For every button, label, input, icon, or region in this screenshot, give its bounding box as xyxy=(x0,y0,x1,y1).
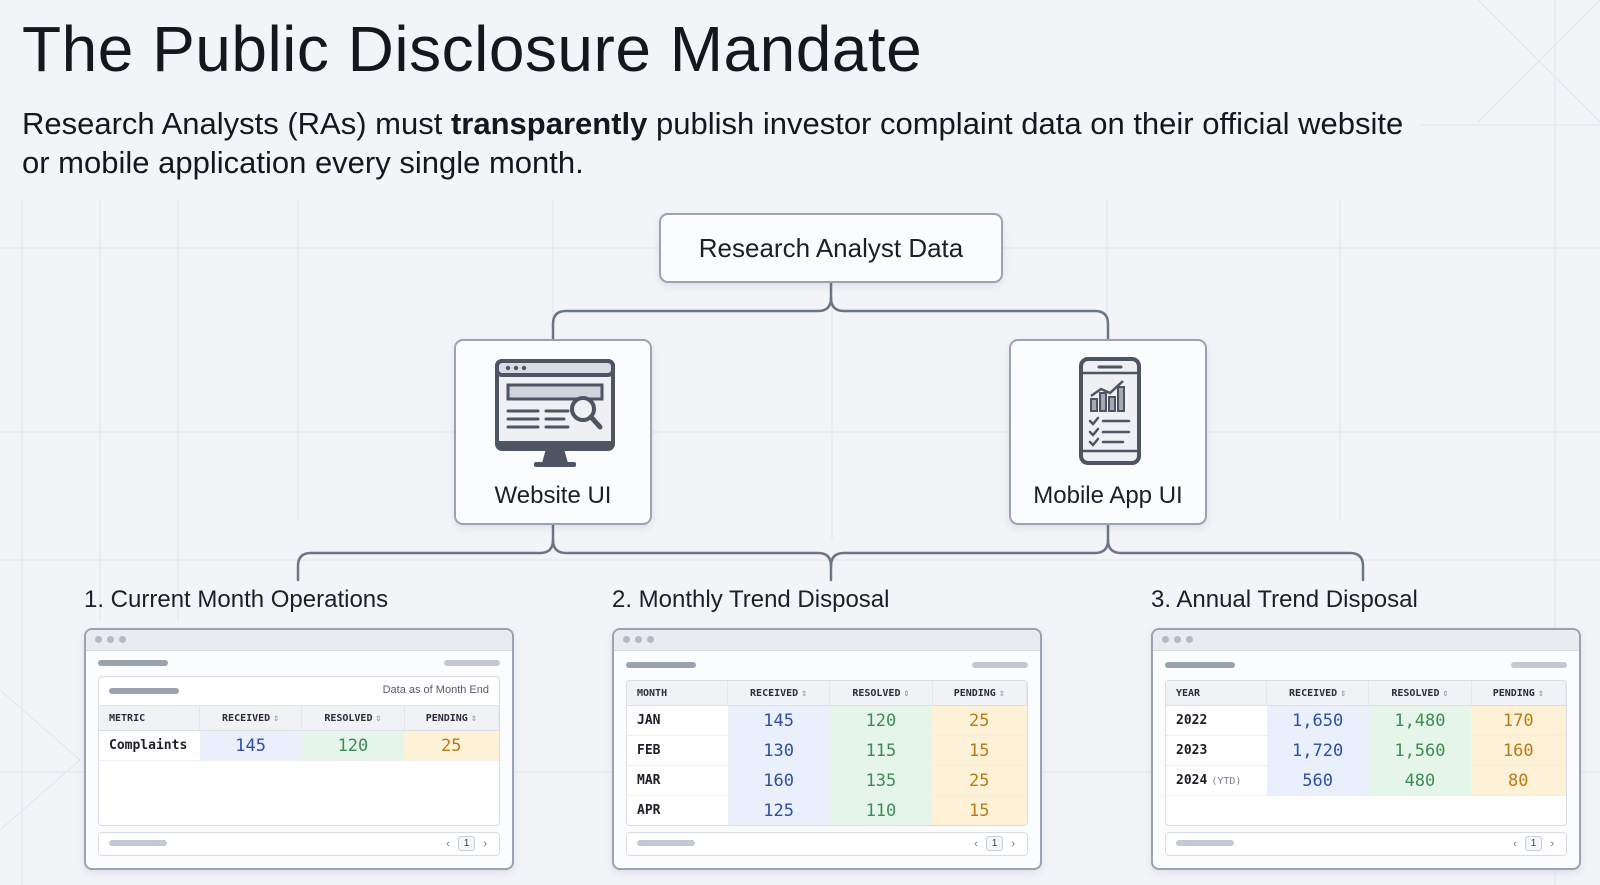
column-header-received[interactable]: RECEIVED ⇕ xyxy=(199,706,303,731)
annual-trend-table-card: YEAR RECEIVED ⇕ RESOLVED ⇕ PENDING ⇕ 2022 1… xyxy=(1165,680,1567,826)
next-page-button[interactable]: › xyxy=(483,838,487,850)
monthly-trend-panel: MONTH RECEIVED ⇕ RESOLVED ⇕ PENDING ⇕ JAN 1… xyxy=(612,628,1042,870)
table-row: APR 125 110 15 xyxy=(627,795,1027,825)
window-titlebar xyxy=(1153,630,1579,651)
column-header-pending[interactable]: PENDING ⇕ xyxy=(1471,681,1566,706)
annual-trend-panel: YEAR RECEIVED ⇕ RESOLVED ⇕ PENDING ⇕ 2022 1… xyxy=(1151,628,1581,870)
table-row: MAR 160 135 25 xyxy=(627,765,1027,796)
prev-page-button[interactable]: ‹ xyxy=(1513,838,1517,850)
table-footer: ‹ 1 › xyxy=(98,832,500,856)
table-row: Complaints 145 120 25 xyxy=(99,730,499,761)
page-number[interactable]: 1 xyxy=(1524,836,1543,851)
table-footer: ‹ 1 › xyxy=(626,832,1028,856)
page-subtitle: Research Analysts (RAs) must transparent… xyxy=(22,104,1422,182)
as-of-note: Data as of Month End xyxy=(382,684,489,696)
mobile-app-ui-label: Mobile App UI xyxy=(1033,482,1183,509)
page-title: The Public Disclosure Mandate xyxy=(22,13,923,85)
table-footer: ‹ 1 › xyxy=(1165,832,1567,856)
prev-page-button[interactable]: ‹ xyxy=(446,838,450,850)
table-row: 2024 (YTD) 560 480 80 xyxy=(1166,765,1566,796)
column-header-resolved[interactable]: RESOLVED ⇕ xyxy=(1368,681,1472,706)
next-page-button[interactable]: › xyxy=(1011,838,1015,850)
monthly-trend-table: MONTH RECEIVED ⇕ RESOLVED ⇕ PENDING ⇕ JAN 1… xyxy=(627,681,1027,825)
phone-chart-checklist-icon xyxy=(1079,357,1141,465)
page-number[interactable]: 1 xyxy=(985,836,1004,851)
table-row: FEB 130 115 15 xyxy=(627,735,1027,766)
section-title-monthly-trend: 2. Monthly Trend Disposal xyxy=(612,586,890,613)
pagination: ‹ 1 › xyxy=(1513,836,1554,851)
column-header-received[interactable]: RECEIVED ⇕ xyxy=(1266,681,1370,706)
current-month-table-card: Data as of Month End METRIC RECEIVED ⇕ RE… xyxy=(98,676,500,826)
website-ui-label: Website UI xyxy=(494,482,612,509)
window-titlebar xyxy=(614,630,1040,651)
table-row: JAN 145 120 25 xyxy=(627,705,1027,736)
column-header-pending[interactable]: PENDING ⇕ xyxy=(404,706,499,731)
monitor-search-icon xyxy=(495,359,615,467)
pagination: ‹ 1 › xyxy=(974,836,1015,851)
annual-trend-table: YEAR RECEIVED ⇕ RESOLVED ⇕ PENDING ⇕ 2022 1… xyxy=(1166,681,1566,796)
page-number[interactable]: 1 xyxy=(457,836,476,851)
prev-page-button[interactable]: ‹ xyxy=(974,838,978,850)
column-header-pending[interactable]: PENDING ⇕ xyxy=(932,681,1027,706)
mobile-app-ui-node: Mobile App UI xyxy=(1009,339,1207,525)
subtitle-emphasis: transparently xyxy=(450,106,648,141)
subtitle-text-start: Research Analysts (RAs) must xyxy=(22,106,451,141)
window-titlebar xyxy=(86,630,512,651)
next-page-button[interactable]: › xyxy=(1550,838,1554,850)
column-header-resolved[interactable]: RESOLVED ⇕ xyxy=(829,681,933,706)
monthly-trend-table-card: MONTH RECEIVED ⇕ RESOLVED ⇕ PENDING ⇕ JAN 1… xyxy=(626,680,1028,826)
ytd-tag: (YTD) xyxy=(1211,776,1242,787)
column-header-metric[interactable]: METRIC xyxy=(99,706,200,731)
table-row: 2023 1,720 1,560 160 xyxy=(1166,735,1566,766)
column-header-month[interactable]: MONTH xyxy=(627,681,728,706)
column-header-received[interactable]: RECEIVED ⇕ xyxy=(727,681,831,706)
current-month-table: METRIC RECEIVED ⇕ RESOLVED ⇕ PENDING ⇕ Comp… xyxy=(99,706,499,761)
section-title-annual-trend: 3. Annual Trend Disposal xyxy=(1151,586,1418,613)
website-ui-node: Website UI xyxy=(454,339,652,525)
column-header-resolved[interactable]: RESOLVED ⇕ xyxy=(301,706,405,731)
column-header-year[interactable]: YEAR xyxy=(1166,681,1267,706)
section-title-current-month: 1. Current Month Operations xyxy=(84,586,389,613)
table-row: 2022 1,650 1,480 170 xyxy=(1166,705,1566,736)
research-analyst-data-node: Research Analyst Data xyxy=(659,213,1003,283)
pagination: ‹ 1 › xyxy=(446,836,487,851)
current-month-panel: Data as of Month End METRIC RECEIVED ⇕ RE… xyxy=(84,628,514,870)
